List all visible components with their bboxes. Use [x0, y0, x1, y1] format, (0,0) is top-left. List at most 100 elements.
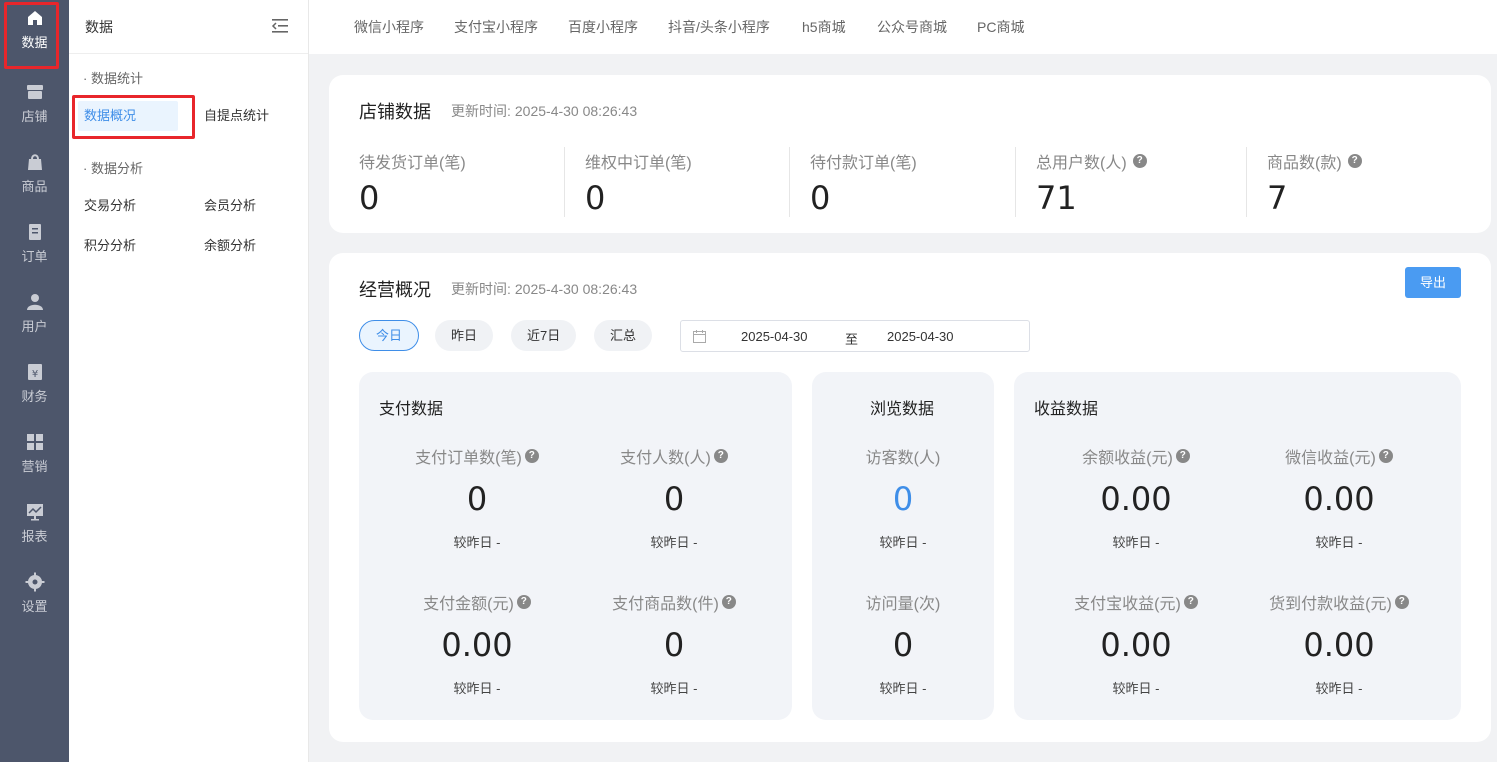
nav-item-orders[interactable]: 订单: [0, 210, 69, 280]
nav-label: 店铺: [21, 109, 48, 124]
metric-value[interactable]: 0: [813, 480, 993, 518]
stat-total-users[interactable]: 总用户数(人)? 71: [1036, 149, 1147, 219]
metric-label: 访客数(人): [813, 444, 993, 468]
range-7days-button[interactable]: 近7日: [511, 320, 577, 351]
metric-label-text: 支付人数(人): [620, 450, 711, 467]
tab-h5[interactable]: h5商城: [802, 17, 846, 37]
metric-compare: 较昨日 -: [650, 681, 698, 696]
nav-label: 营销: [21, 459, 48, 474]
divider: [1015, 147, 1016, 217]
metric-compare: 较昨日 -: [879, 535, 927, 550]
metric-label: 货到付款收益(元)?: [1249, 590, 1429, 614]
yen-icon: ¥: [27, 364, 42, 380]
nav-label: 报表: [21, 529, 48, 544]
help-icon[interactable]: ?: [713, 449, 728, 463]
date-start-input[interactable]: 2025-04-30: [741, 329, 808, 344]
metric-label-text: 支付金额(元): [423, 596, 514, 613]
metric-compare: 较昨日 -: [1112, 681, 1160, 696]
nav-label: 用户: [21, 319, 48, 334]
business-card-title: 经营概况: [359, 280, 431, 300]
metric-compare: 较昨日 -: [1315, 681, 1363, 696]
help-icon[interactable]: ?: [1183, 595, 1198, 609]
chart-icon: [26, 504, 43, 521]
stat-refund-orders[interactable]: 维权中订单(笔) 0: [585, 149, 692, 219]
submenu-item-member[interactable]: 会员分析: [204, 191, 256, 221]
nav-item-store[interactable]: 店铺: [0, 70, 69, 140]
tab-douyin-mini[interactable]: 抖音/头条小程序: [668, 17, 770, 37]
help-icon[interactable]: ?: [1132, 154, 1147, 168]
help-icon[interactable]: ?: [721, 595, 736, 609]
metric-value: 0.00: [1100, 480, 1172, 518]
date-range-picker[interactable]: 2025-04-30 至 2025-04-30: [680, 320, 1030, 352]
stat-label-text: 待付款订单(笔): [810, 155, 917, 172]
nav-label: 数据: [21, 35, 48, 50]
help-icon[interactable]: ?: [1394, 595, 1409, 609]
divider: [564, 147, 565, 217]
business-update-time: 更新时间: 2025-4-30 08:26:43: [451, 279, 637, 299]
main-nav: 数据 店铺 商品 订单 用户 ¥ 财务 营销 报表 设置: [0, 0, 69, 762]
metric-wechat-income: 微信收益(元)? 0.00 较昨日 -: [1249, 444, 1429, 551]
stat-value: 0: [585, 179, 606, 217]
stat-label-text: 商品数(款): [1267, 155, 1342, 172]
update-time: 2025-4-30 08:26:43: [514, 103, 638, 119]
help-icon[interactable]: ?: [516, 595, 531, 609]
nav-item-data[interactable]: 数据: [0, 0, 69, 70]
nav-item-settings[interactable]: 设置: [0, 560, 69, 630]
submenu-header: 数据: [69, 0, 308, 54]
calendar-icon: [693, 330, 706, 343]
tab-pc[interactable]: PC商城: [977, 17, 1024, 37]
nav-label: 财务: [21, 389, 48, 404]
stat-unpaid-orders[interactable]: 待付款订单(笔) 0: [810, 149, 917, 219]
range-summary-button[interactable]: 汇总: [594, 320, 653, 351]
store-data-card: 店铺数据 更新时间: 2025-4-30 08:26:43 待发货订单(笔) 0 …: [329, 75, 1491, 233]
update-label: 更新时间:: [451, 103, 511, 119]
stat-label: 总用户数(人)?: [1036, 149, 1147, 173]
tab-official-account[interactable]: 公众号商城: [877, 17, 947, 37]
help-icon[interactable]: ?: [524, 449, 539, 463]
metric-value: 0.00: [441, 626, 513, 664]
stat-goods-count[interactable]: 商品数(款)? 7: [1267, 149, 1362, 219]
metric-label: 支付宝收益(元)?: [1046, 590, 1226, 614]
metric-label-text: 余额收益(元): [1082, 450, 1173, 467]
tab-wechat-mini[interactable]: 微信小程序: [354, 17, 424, 37]
pay-panel-title: 支付数据: [379, 401, 444, 418]
help-icon[interactable]: ?: [1378, 449, 1393, 463]
divider: [789, 147, 790, 217]
nav-item-finance[interactable]: ¥ 财务: [0, 350, 69, 420]
store-icon: [26, 85, 43, 99]
submenu-item-balance[interactable]: 余额分析: [204, 231, 256, 261]
nav-item-marketing[interactable]: 营销: [0, 420, 69, 490]
stat-value: 0: [359, 179, 380, 217]
help-icon[interactable]: ?: [1175, 449, 1190, 463]
stat-value: 0: [810, 179, 831, 217]
tab-alipay-mini[interactable]: 支付宝小程序: [454, 17, 538, 37]
nav-item-users[interactable]: 用户: [0, 280, 69, 350]
stat-label: 商品数(款)?: [1267, 149, 1362, 173]
collapse-menu-icon[interactable]: [271, 17, 289, 35]
metric-value: 0: [892, 626, 914, 664]
metric-pay-users: 支付人数(人)? 0 较昨日 -: [584, 444, 764, 551]
stat-value: 7: [1267, 179, 1288, 217]
submenu-item-trade[interactable]: 交易分析: [84, 191, 136, 221]
metric-compare: 较昨日 -: [453, 535, 501, 550]
submenu-item-overview[interactable]: 数据概况: [78, 101, 178, 131]
nav-item-goods[interactable]: 商品: [0, 140, 69, 210]
nav-item-reports[interactable]: 报表: [0, 490, 69, 560]
range-today-button[interactable]: 今日: [359, 320, 420, 351]
metric-label: 微信收益(元)?: [1249, 444, 1429, 468]
metric-value: 0.00: [1303, 480, 1375, 518]
stat-pending-shipment[interactable]: 待发货订单(笔) 0: [359, 149, 466, 219]
tab-baidu-mini[interactable]: 百度小程序: [568, 17, 638, 37]
submenu-item-pickup[interactable]: 自提点统计: [204, 101, 269, 131]
metric-label-text: 货到付款收益(元): [1269, 596, 1392, 613]
home-icon: [27, 11, 42, 25]
metric-alipay-income: 支付宝收益(元)? 0.00 较昨日 -: [1046, 590, 1226, 697]
metric-label: 余额收益(元)?: [1046, 444, 1226, 468]
help-icon[interactable]: ?: [1347, 154, 1362, 168]
submenu-item-points[interactable]: 积分分析: [84, 231, 136, 261]
date-end-input[interactable]: 2025-04-30: [887, 329, 954, 344]
range-yesterday-button[interactable]: 昨日: [435, 320, 494, 351]
export-button[interactable]: 导出: [1405, 267, 1461, 298]
metric-visitors: 访客数(人) 0 较昨日 -: [813, 444, 993, 551]
income-data-panel: 收益数据 余额收益(元)? 0.00 较昨日 - 微信收益(元)? 0.00 较…: [1014, 372, 1461, 720]
